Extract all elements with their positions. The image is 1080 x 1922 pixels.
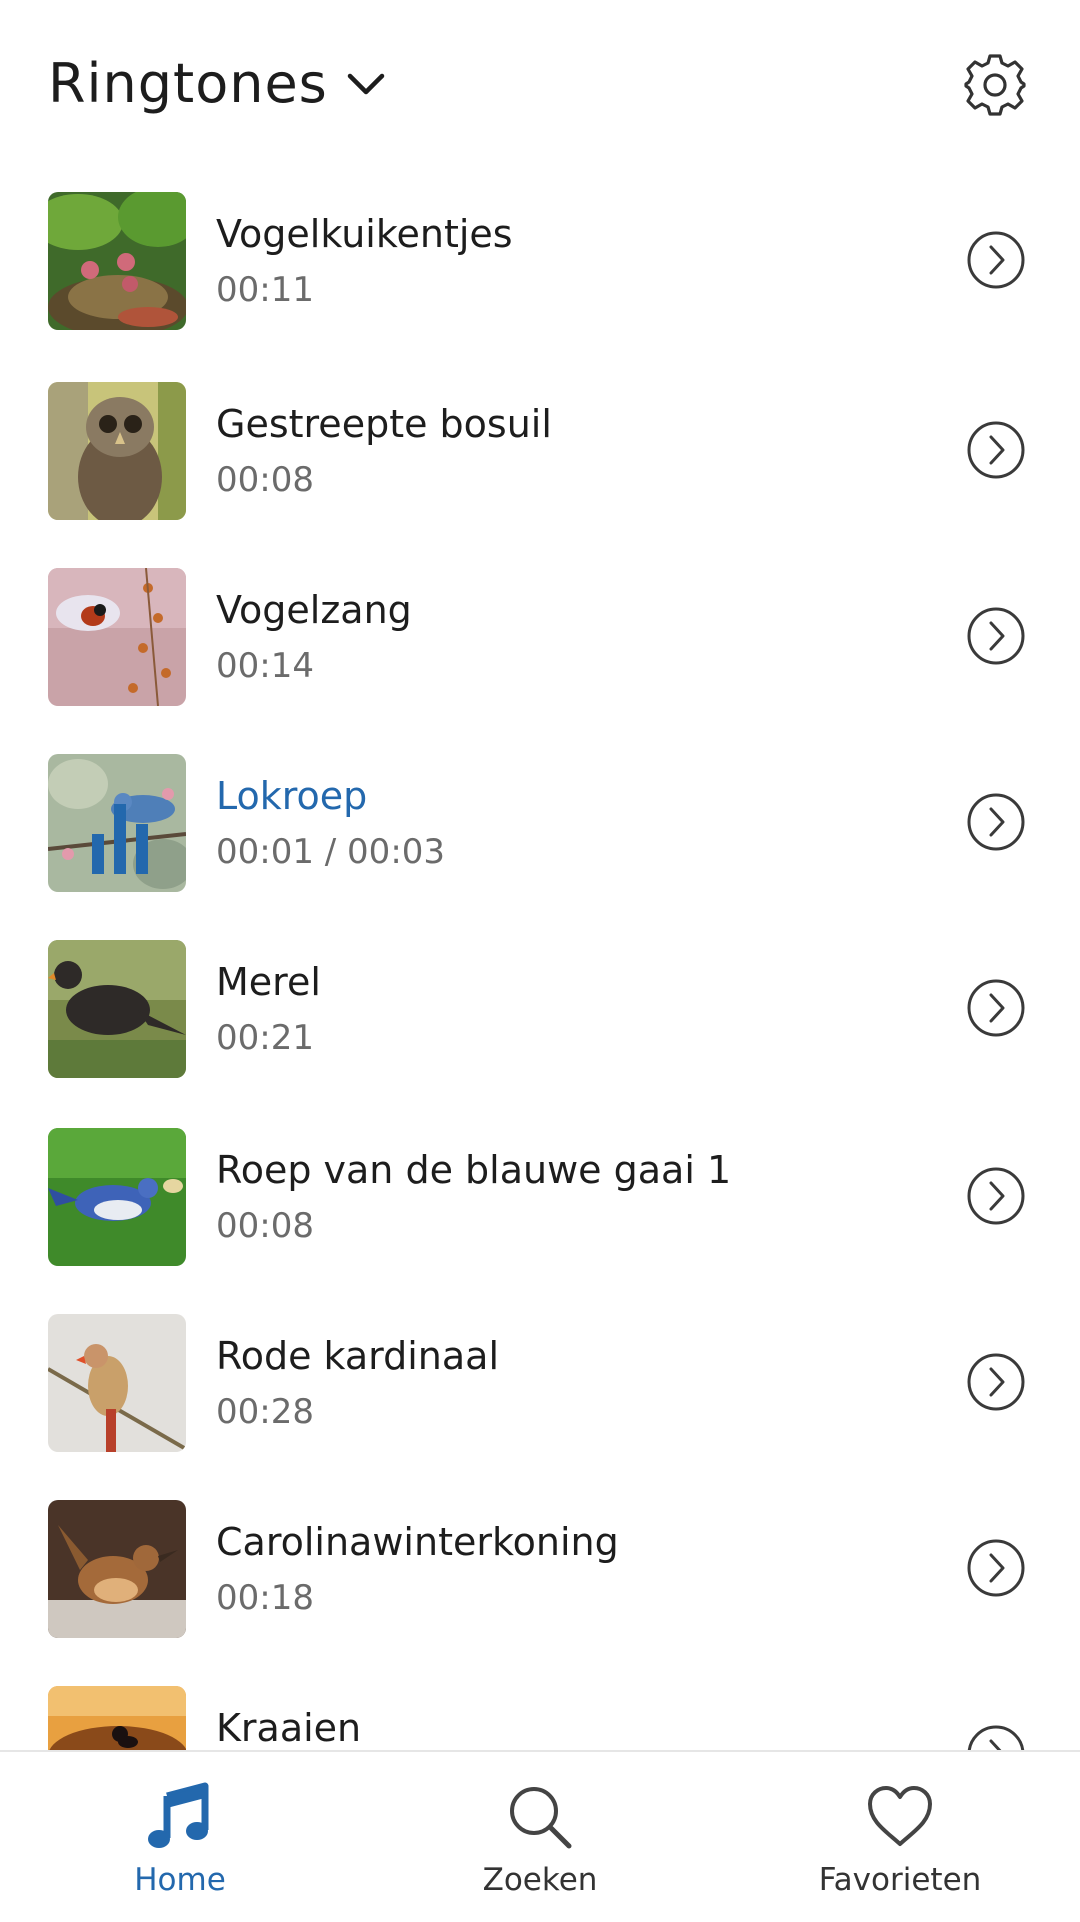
thumbnail-blue-bird-branch bbox=[48, 754, 186, 892]
ringtone-duration: 00:21 bbox=[216, 1018, 314, 1058]
ringtone-name: Roep van de blauwe gaai 1 bbox=[216, 1148, 732, 1192]
nav-home-label: Home bbox=[134, 1862, 226, 1898]
list-item[interactable]: Carolinawinterkoning 00:18 bbox=[0, 1494, 1080, 1680]
thumbnail-carolina-wren bbox=[48, 1500, 186, 1638]
gear-icon[interactable] bbox=[962, 52, 1028, 118]
equalizer-icon bbox=[92, 804, 148, 874]
search-icon bbox=[510, 1787, 572, 1849]
ringtone-duration: 00:14 bbox=[216, 646, 314, 686]
list-item[interactable]: Roep van de blauwe gaai 1 00:08 bbox=[0, 1122, 1080, 1308]
ringtone-name: Kraaien bbox=[216, 1706, 362, 1750]
music-note-icon bbox=[148, 1782, 209, 1848]
list-item-playing[interactable]: Lokroep 00:01 / 00:03 bbox=[0, 748, 1080, 934]
bottom-navigation: Home Zoeken Favorieten bbox=[0, 1750, 1080, 1922]
page-title: Ringtones bbox=[48, 52, 328, 115]
category-dropdown[interactable]: Ringtones bbox=[48, 52, 388, 115]
nav-search[interactable]: Zoeken bbox=[360, 1752, 720, 1922]
nav-favorites-label: Favorieten bbox=[818, 1862, 982, 1898]
chevron-right-circle-icon[interactable] bbox=[966, 978, 1026, 1038]
thumbnail-hummingbird-flowers bbox=[48, 568, 186, 706]
nav-home[interactable]: Home bbox=[0, 1752, 360, 1922]
app-header: Ringtones bbox=[0, 0, 1080, 170]
thumbnail-crows-sunset bbox=[48, 1686, 186, 1750]
chevron-right-circle-icon[interactable] bbox=[966, 792, 1026, 852]
nav-search-label: Zoeken bbox=[482, 1862, 598, 1898]
thumbnail-female-cardinal bbox=[48, 1314, 186, 1452]
nav-favorites[interactable]: Favorieten bbox=[720, 1752, 1080, 1922]
list-item[interactable]: Rode kardinaal 00:28 bbox=[0, 1308, 1080, 1494]
ringtone-duration: 00:08 bbox=[216, 1206, 314, 1246]
chevron-right-circle-icon[interactable] bbox=[966, 230, 1026, 290]
heart-icon bbox=[868, 1786, 932, 1846]
chevron-down-icon bbox=[347, 73, 385, 94]
ringtone-name: Carolinawinterkoning bbox=[216, 1520, 619, 1564]
thumbnail-blue-jay-grass bbox=[48, 1128, 186, 1266]
chevron-right-circle-icon[interactable] bbox=[966, 1538, 1026, 1598]
ringtone-duration: 00:18 bbox=[216, 1578, 314, 1618]
list-item[interactable]: Merel 00:21 bbox=[0, 934, 1080, 1120]
chevron-right-circle-icon[interactable] bbox=[966, 1166, 1026, 1226]
list-item[interactable]: Kraaien bbox=[0, 1680, 1080, 1750]
chevron-right-circle-icon[interactable] bbox=[966, 1352, 1026, 1412]
ringtone-duration: 00:08 bbox=[216, 460, 314, 500]
thumbnail-barred-owl bbox=[48, 382, 186, 520]
ringtone-duration: 00:11 bbox=[216, 270, 314, 310]
ringtone-name: Vogelzang bbox=[216, 588, 412, 632]
list-item[interactable]: Vogelzang 00:14 bbox=[0, 562, 1080, 748]
ringtone-duration: 00:28 bbox=[216, 1392, 314, 1432]
chevron-right-circle-icon[interactable] bbox=[966, 420, 1026, 480]
list-item[interactable]: Gestreepte bosuil 00:08 bbox=[0, 376, 1080, 562]
ringtone-name: Gestreepte bosuil bbox=[216, 402, 552, 446]
list-item[interactable]: Vogelkuikentjes 00:11 bbox=[0, 186, 1080, 372]
ringtone-list[interactable]: Vogelkuikentjes 00:11 Gestreepte bosuil … bbox=[0, 186, 1080, 1750]
ringtone-progress: 00:01 / 00:03 bbox=[216, 832, 446, 872]
chevron-right-circle-icon[interactable] bbox=[966, 1724, 1026, 1750]
chevron-right-circle-icon[interactable] bbox=[966, 606, 1026, 666]
ringtone-name: Rode kardinaal bbox=[216, 1334, 499, 1378]
ringtone-name: Merel bbox=[216, 960, 321, 1004]
thumbnail-blackbird-grass bbox=[48, 940, 186, 1078]
thumbnail-bird-chicks-nest bbox=[48, 192, 186, 330]
ringtone-name: Lokroep bbox=[216, 774, 368, 818]
ringtone-name: Vogelkuikentjes bbox=[216, 212, 513, 256]
